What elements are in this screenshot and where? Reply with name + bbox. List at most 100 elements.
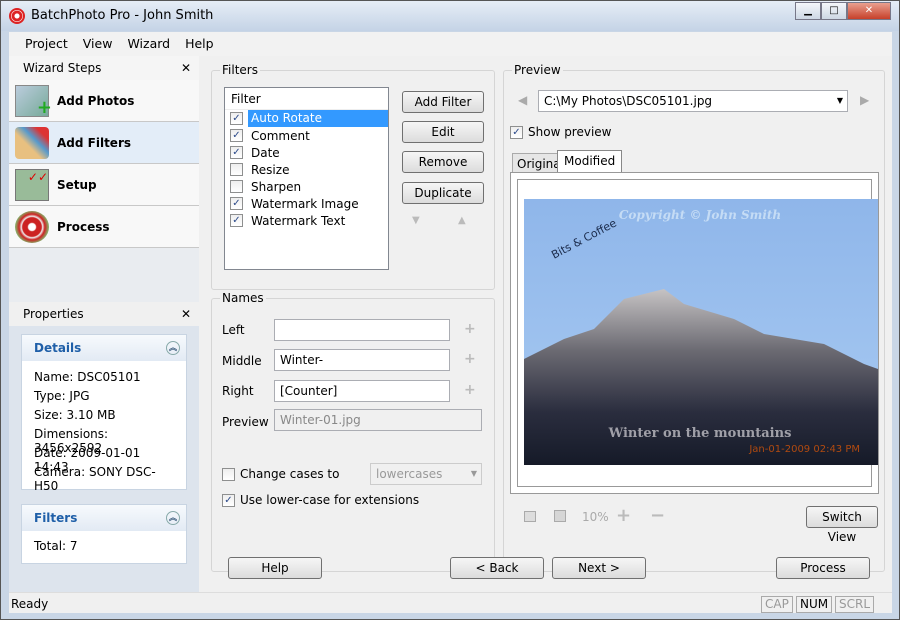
filter-checkbox[interactable]: ✓ — [230, 197, 243, 210]
remove-button[interactable]: Remove — [402, 151, 484, 173]
duplicate-button[interactable]: Duplicate — [402, 182, 484, 204]
preview-name-label: Preview — [222, 415, 269, 429]
detail-size: Size: 3.10 MB — [34, 408, 116, 422]
step-setup[interactable]: ✓✓ Setup — [9, 164, 199, 206]
lowercase-extension-checkbox[interactable]: ✓ Use lower-case for extensions — [222, 493, 419, 507]
filters-box: Filters ︽ Total: 7 — [21, 504, 187, 564]
app-window: BatchPhoto Pro - John Smith ▁ □ ✕ Projec… — [0, 0, 900, 620]
filters-total: Total: 7 — [34, 539, 78, 553]
maximize-button[interactable]: □ — [821, 2, 847, 20]
properties-title: Properties — [23, 307, 84, 321]
names-group: Names Left + Middle Winter- + Right [Cou… — [211, 291, 495, 572]
process-icon — [15, 210, 49, 243]
date-watermark: Jan-01-2009 02:43 PM — [748, 444, 860, 455]
middle-label: Middle — [222, 354, 262, 368]
filter-checkbox[interactable]: ✓ — [230, 129, 243, 142]
caption-watermark: Winter on the mountains — [608, 426, 792, 441]
zoom-out-icon[interactable]: − — [650, 505, 665, 526]
change-cases-checkbox[interactable]: Change cases to — [222, 467, 339, 481]
show-preview-checkbox[interactable]: ✓ Show preview — [510, 125, 612, 139]
close-button[interactable]: ✕ — [847, 2, 891, 20]
properties-panel: Properties ✕ Details ︽ Name: DSC05101 Type… — [9, 302, 199, 592]
actual-size-icon[interactable] — [554, 510, 566, 522]
preview-name-field: Winter-01.jpg — [274, 409, 482, 431]
details-title: Details — [34, 341, 82, 355]
move-up-icon[interactable]: ▲ — [458, 215, 466, 226]
filter-item[interactable]: Resize — [225, 161, 388, 178]
filter-checkbox[interactable]: ✓ — [230, 214, 243, 227]
filter-item[interactable]: Sharpen — [225, 178, 388, 195]
collapse-icon[interactable]: ︽ — [166, 341, 180, 355]
minimize-button[interactable]: ▁ — [795, 2, 821, 20]
filter-list: Filter ✓ Auto Rotate ✓ Comment ✓ Date Resize Sh… — [224, 87, 389, 270]
step-process[interactable]: Process — [9, 206, 199, 248]
detail-type: Type: JPG — [34, 389, 90, 403]
add-token-icon[interactable]: + — [464, 351, 476, 367]
num-indicator: NUM — [796, 596, 833, 613]
detail-camera: Camera: SONY DSC-H50 — [34, 465, 156, 493]
next-button[interactable]: Next > — [552, 557, 646, 579]
process-button[interactable]: Process — [776, 557, 870, 579]
menu-help[interactable]: Help — [185, 32, 214, 56]
case-select[interactable]: lowercases ▼ — [370, 463, 482, 485]
status-text: Ready — [11, 597, 49, 611]
back-button[interactable]: < Back — [450, 557, 544, 579]
filters-group-label: Filters — [220, 63, 260, 77]
checklist-icon: ✓✓ — [15, 168, 49, 201]
collapse-icon[interactable]: ︽ — [166, 511, 180, 525]
app-icon — [9, 8, 25, 24]
detail-date: Date: 2009-01-01 14:43 — [34, 446, 141, 474]
detail-dimensions: Dimensions: 3456x2592 — [34, 427, 109, 455]
brush-icon — [15, 126, 49, 159]
filters-group: Filters Filter ✓ Auto Rotate ✓ Comment ✓ Date… — [211, 63, 495, 290]
add-filter-button[interactable]: Add Filter — [402, 91, 484, 113]
detail-name: Name: DSC05101 — [34, 370, 141, 384]
right-input[interactable]: [Counter] — [274, 380, 450, 402]
wizard-steps-title: Wizard Steps — [23, 61, 102, 75]
move-down-icon[interactable]: ▼ — [412, 215, 420, 226]
photo-path-select[interactable]: C:\My Photos\DSC05101.jpg ▼ — [538, 90, 848, 112]
filter-checkbox[interactable] — [230, 163, 243, 176]
menu-bar: Project View Wizard Help — [9, 32, 892, 56]
names-group-label: Names — [220, 291, 266, 305]
filter-item[interactable]: ✓ Watermark Text — [225, 212, 388, 229]
filter-checkbox[interactable]: ✓ — [230, 146, 243, 159]
photo-preview: Copyright © John Smith Bits & Coffee Win… — [524, 199, 878, 465]
previous-photo-icon[interactable]: ◀ — [518, 93, 527, 107]
preview-group: Preview ◀ C:\My Photos\DSC05101.jpg ▼ ▶ ✓… — [503, 63, 885, 572]
close-icon[interactable]: ✕ — [181, 302, 191, 326]
add-photos-icon: + — [15, 84, 52, 118]
left-input[interactable] — [274, 319, 450, 341]
menu-view[interactable]: View — [83, 32, 113, 56]
status-bar: Ready CAP NUM SCRL — [9, 592, 892, 613]
filter-item[interactable]: ✓ Comment — [225, 127, 388, 144]
zoom-in-icon[interactable]: + — [616, 505, 631, 526]
next-photo-icon[interactable]: ▶ — [860, 93, 869, 107]
caps-indicator: CAP — [761, 596, 793, 613]
add-token-icon[interactable]: + — [464, 321, 476, 337]
switch-view-button[interactable]: Switch View — [806, 506, 878, 544]
edit-button[interactable]: Edit — [402, 121, 484, 143]
add-token-icon[interactable]: + — [464, 382, 476, 398]
window-title: BatchPhoto Pro - John Smith — [31, 8, 214, 23]
step-add-photos[interactable]: + Add Photos — [9, 80, 199, 122]
tab-modified[interactable]: Modified — [557, 150, 623, 173]
scroll-indicator: SCRL — [835, 596, 875, 613]
wizard-sidebar: Wizard Steps ✕ + Add Photos Add Filters ✓✓… — [9, 56, 199, 592]
filter-checkbox[interactable] — [230, 180, 243, 193]
step-add-filters[interactable]: Add Filters — [9, 122, 199, 164]
filters-box-title: Filters — [34, 511, 78, 525]
right-label: Right — [222, 384, 254, 398]
filter-item[interactable]: ✓ Date — [225, 144, 388, 161]
help-button[interactable]: Help — [228, 557, 322, 579]
menu-wizard[interactable]: Wizard — [127, 32, 170, 56]
middle-input[interactable]: Winter- — [274, 349, 450, 371]
filter-item[interactable]: ✓ Watermark Image — [225, 195, 388, 212]
copyright-watermark: Copyright © John Smith — [619, 208, 781, 222]
close-icon[interactable]: ✕ — [181, 56, 191, 80]
filter-checkbox[interactable]: ✓ — [230, 112, 243, 125]
fit-view-icon[interactable] — [524, 511, 536, 522]
filter-item[interactable]: ✓ Auto Rotate — [225, 110, 388, 127]
left-label: Left — [222, 323, 245, 337]
menu-project[interactable]: Project — [25, 32, 68, 56]
